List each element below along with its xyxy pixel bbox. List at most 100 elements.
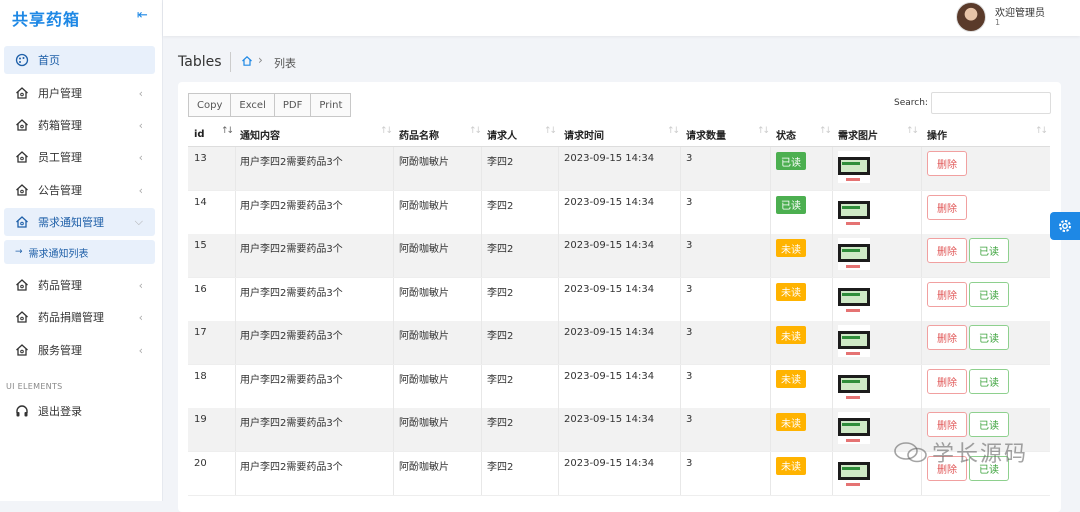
cell-user: 李四2: [487, 331, 514, 342]
demand-image[interactable]: [838, 151, 870, 183]
cell-time: 2023-09-15 14:34: [564, 153, 655, 164]
brand-title[interactable]: 共享药箱: [12, 6, 80, 30]
delete-button[interactable]: 删除: [927, 325, 967, 350]
sidebar-item-notices[interactable]: 公告管理 ‹: [4, 176, 155, 204]
collapse-sidebar-icon[interactable]: ⇤: [137, 8, 148, 23]
sort-icon[interactable]: ↑↓: [221, 126, 234, 136]
column-divider: [558, 277, 559, 321]
column-header-actions[interactable]: 操作: [927, 122, 947, 146]
pdf-button[interactable]: PDF: [273, 93, 312, 117]
column-header-id[interactable]: id: [194, 122, 205, 146]
cell-time: 2023-09-15 14:34: [564, 327, 655, 338]
sidebar-item-label: 服务管理: [38, 344, 82, 357]
demand-image[interactable]: [838, 281, 870, 314]
title-divider: [230, 52, 231, 72]
status-badge: 未读: [776, 326, 806, 344]
column-header-content[interactable]: 通知内容: [240, 122, 280, 146]
search-input[interactable]: [931, 92, 1051, 114]
cell-content: 用户李四2需要药品3个: [240, 157, 343, 168]
cell-drug: 阿酚咖敏片: [399, 418, 449, 429]
column-header-image[interactable]: 需求图片: [838, 122, 878, 146]
column-divider: [393, 321, 394, 364]
sidebar-item-staff[interactable]: 员工管理 ‹: [4, 143, 155, 171]
home-icon[interactable]: [241, 55, 253, 67]
cell-id: 16: [194, 283, 207, 295]
cell-qty: 3: [686, 370, 693, 382]
delete-button[interactable]: 删除: [927, 151, 967, 176]
sort-icon[interactable]: ↑↓: [757, 126, 770, 136]
delete-button[interactable]: 删除: [927, 368, 967, 394]
demand-image[interactable]: [838, 194, 870, 227]
column-divider: [921, 190, 922, 234]
sidebar-item-users[interactable]: 用户管理 ‹: [4, 79, 155, 107]
sort-icon[interactable]: ↑↓: [1035, 126, 1048, 136]
column-header-drug[interactable]: 药品名称: [399, 122, 439, 146]
sort-icon[interactable]: ↑↓: [544, 126, 557, 136]
delete-button[interactable]: 删除: [927, 238, 967, 263]
chevron-down-icon: ⌵: [134, 215, 143, 228]
cell-time: 2023-09-15 14:34: [564, 196, 655, 208]
cell-content: 用户李四2需要药品3个: [240, 418, 343, 429]
sidebar-item-label: 需求通知管理: [38, 216, 104, 229]
column-divider: [770, 364, 771, 408]
demand-image[interactable]: [838, 325, 870, 357]
mark-read-button[interactable]: 已读: [969, 325, 1009, 350]
column-divider: [832, 321, 833, 364]
column-header-status[interactable]: 状态: [776, 122, 796, 146]
sidebar-item-donations[interactable]: 药品捐赠管理 ‹: [4, 303, 155, 331]
sort-icon[interactable]: ↑↓: [819, 126, 832, 136]
sort-icon[interactable]: ↑↓: [380, 126, 393, 136]
delete-button[interactable]: 删除: [927, 281, 967, 307]
column-divider: [832, 234, 833, 277]
column-divider: [235, 321, 236, 364]
cell-id: 20: [194, 457, 207, 469]
sidebar-item-home[interactable]: 首页: [4, 46, 155, 74]
headphones-icon: [16, 405, 28, 417]
sidebar-subitem-notice-list[interactable]: → 需求通知列表: [4, 240, 155, 264]
demand-image[interactable]: [838, 455, 870, 488]
demand-image[interactable]: [838, 412, 870, 444]
column-divider: [481, 234, 482, 277]
column-divider: [770, 321, 771, 364]
cell-drug: 阿酚咖敏片: [399, 287, 449, 299]
mark-read-button[interactable]: 已读: [969, 368, 1009, 394]
logout-button[interactable]: 退出登录: [4, 397, 155, 425]
column-header-time[interactable]: 请求时间: [564, 122, 604, 146]
column-divider: [770, 451, 771, 495]
column-divider: [680, 451, 681, 495]
sort-icon[interactable]: ↑↓: [667, 126, 680, 136]
print-button[interactable]: Print: [310, 93, 352, 117]
status-badge: 已读: [776, 195, 806, 214]
column-header-user[interactable]: 请求人: [487, 122, 517, 146]
avatar[interactable]: [956, 2, 986, 32]
delete-button[interactable]: 删除: [927, 412, 967, 437]
demand-image[interactable]: [838, 368, 870, 401]
mark-read-button[interactable]: 已读: [969, 238, 1009, 263]
excel-button[interactable]: Excel: [230, 93, 275, 117]
table-row: 16 用户李四2需要药品3个 阿酚咖敏片 李四2 2023-09-15 14:34 3 未读…: [188, 277, 1050, 322]
demand-image[interactable]: [838, 238, 870, 270]
sidebar-item-services[interactable]: 服务管理 ‹: [4, 336, 155, 364]
column-divider: [481, 321, 482, 364]
column-divider: [235, 234, 236, 277]
copy-button[interactable]: Copy: [188, 93, 232, 117]
mark-read-button[interactable]: 已读: [969, 281, 1009, 307]
status-badge: 未读: [776, 369, 806, 388]
sort-icon[interactable]: ↑↓: [469, 126, 482, 136]
welcome-text[interactable]: 欢迎管理员: [995, 4, 1045, 19]
sidebar-item-drugs[interactable]: 药品管理 ‹: [4, 271, 155, 299]
column-header-qty[interactable]: 请求数量: [686, 122, 726, 146]
sidebar-item-demand-notices[interactable]: 需求通知管理 ⌵: [4, 208, 155, 236]
cell-drug: 阿酚咖敏片: [399, 200, 449, 212]
cell-drug: 阿酚咖敏片: [399, 461, 449, 473]
delete-button[interactable]: 删除: [927, 194, 967, 220]
mark-read-button[interactable]: 已读: [969, 412, 1009, 437]
settings-button[interactable]: [1050, 212, 1080, 240]
column-divider: [393, 234, 394, 277]
cell-id: 17: [194, 327, 207, 338]
cell-id: 18: [194, 370, 207, 382]
sort-icon[interactable]: ↑↓: [906, 126, 919, 136]
cell-time: 2023-09-15 14:34: [564, 370, 655, 382]
sidebar-item-label: 药品捐赠管理: [38, 311, 104, 324]
sidebar-item-medbox[interactable]: 药箱管理 ‹: [4, 111, 155, 139]
